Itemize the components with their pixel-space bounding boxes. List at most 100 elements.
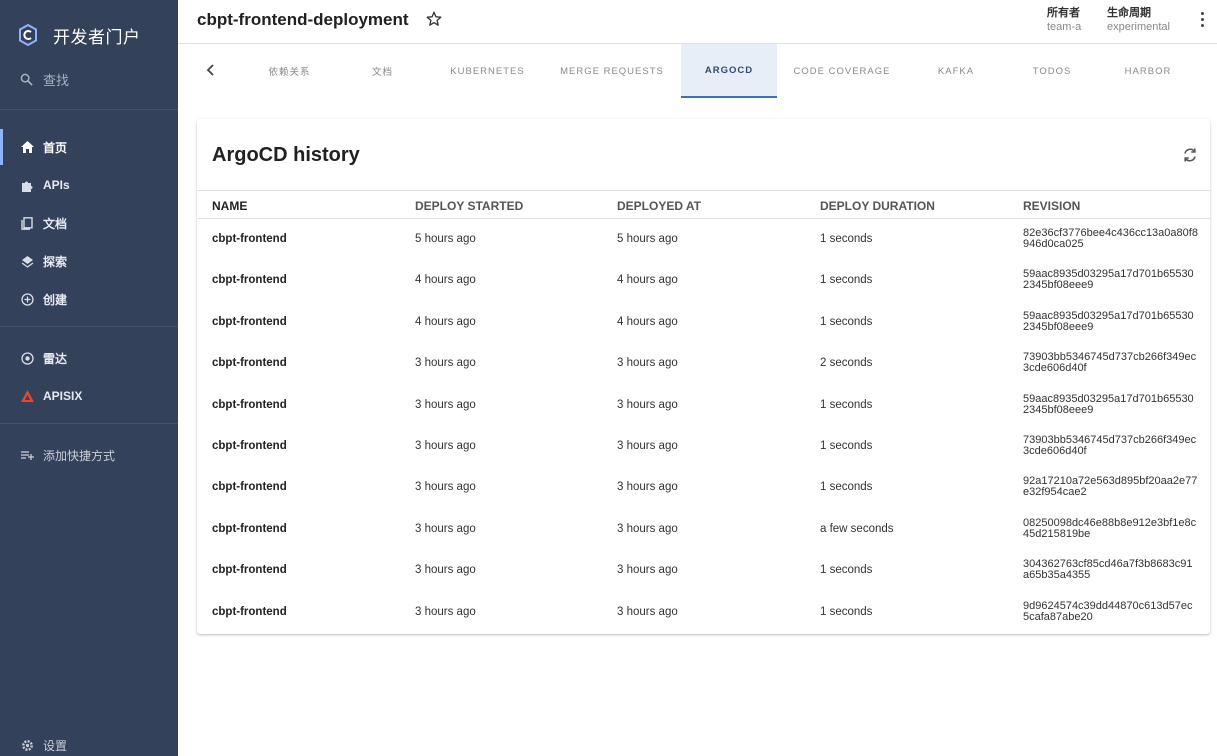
tab-argocd[interactable]: ArgoCD [681,44,777,98]
cell-deploy-duration: 1 seconds [820,315,873,328]
cell-deploy-duration: a few seconds [820,522,894,535]
sidebar-item-create[interactable]: 创建 [0,281,178,317]
cell-name: cbpt-frontend [212,522,287,535]
cell-deployed-at: 4 hours ago [617,315,678,328]
sidebar-item-explore[interactable]: 探索 [0,243,178,279]
tab-kafka[interactable]: Kafka [911,44,1001,98]
tab-harbor[interactable]: Harbor [1102,44,1194,98]
column-header-name[interactable]: Name [212,199,247,213]
chevron-left-icon[interactable] [206,63,216,81]
cell-revision: 82e36cf3776bee4c436cc13a0a80f8946d0ca025 [1023,227,1198,250]
owner-value[interactable]: team-a [1047,20,1081,34]
sidebar-item-label: APIs [43,178,70,192]
brand-title: 开发者门户 [53,27,141,47]
sidebar-item-label: APISIX [43,389,83,403]
cell-deploy-started: 4 hours ago [415,274,476,287]
column-header-deploy-started[interactable]: Deploy Started [415,199,523,213]
table-row: cbpt-frontend 4 hours ago 4 hours ago 1 sec… [197,260,1210,301]
cell-deploy-started: 3 hours ago [415,564,476,577]
cell-revision: 59aac8935d03295a17d701b655302345bf08eee9 [1023,392,1194,416]
sidebar-item-label: 首页 [43,140,68,155]
search-label: 查找 [43,73,70,88]
sidebar-item-label: 探索 [43,254,68,269]
cell-name: cbpt-frontend [212,315,287,328]
cell-deployed-at: 4 hours ago [617,274,678,287]
cell-revision: 73903bb5346745d737cb266f349ec3cde606d40f [1023,434,1197,457]
cell-name: cbpt-frontend [212,233,287,245]
apisix-icon [20,389,34,403]
cell-deployed-at: 3 hours ago [617,605,678,618]
table-row: cbpt-frontend 3 hours ago 3 hours ago 1 sec… [197,550,1210,591]
page-header: cbpt-frontend-deployment 所有者 team-a 生命周期… [178,0,1217,44]
column-header-revision[interactable]: Revision [1023,199,1080,213]
tab-code-coverage[interactable]: Code Coverage [785,44,899,98]
page-title: cbpt-frontend-deployment [197,10,409,29]
lifecycle-info: 生命周期 experimental [1107,6,1170,34]
sidebar-item-add-shortcut[interactable]: 添加快捷方式 [0,437,178,473]
table-row: cbpt-frontend 5 hours ago 5 hours ago 1 sec… [197,219,1210,260]
sidebar-item-home[interactable]: 首页 [0,129,178,165]
refresh-icon[interactable] [1182,147,1198,163]
cell-name: cbpt-frontend [212,440,287,452]
table-row: cbpt-frontend 3 hours ago 3 hours ago 1 sec… [197,592,1210,633]
more-options-icon[interactable] [1199,12,1205,30]
cell-deploy-duration: 1 seconds [820,564,873,577]
lifecycle-value: experimental [1107,21,1170,33]
gear-icon [20,738,34,752]
owner-label: 所有者 [1047,7,1080,19]
tab-dependencies[interactable]: 依赖关系 [243,44,336,98]
table-row: cbpt-frontend 3 hours ago 3 hours ago 1 sec… [197,426,1210,467]
sidebar-item-label: 设置 [43,738,68,753]
logo-icon [19,23,37,47]
cell-deploy-duration: 2 seconds [820,357,873,370]
cell-revision: 304362763cf85cd46a7f3b8683c91a65b35a4355 [1023,558,1193,582]
table-row: cbpt-frontend 3 hours ago 3 hours ago 1 sec… [197,385,1210,426]
sidebar-search[interactable]: 查找 [20,70,69,89]
cell-deploy-started: 3 hours ago [415,481,476,494]
sidebar: 开发者门户 查找 首页 APIs 文档 探索 创建 雷达 APISIX 添加快捷… [0,0,178,756]
tab-todos[interactable]: Todos [1008,44,1096,98]
tab-bar: 依赖关系 文档 Kubernetes Merge Requests ArgoCD… [178,44,1217,98]
brand[interactable]: 开发者门户 [16,20,141,50]
column-header-deployed-at[interactable]: Deployed At [617,199,701,213]
cell-name: cbpt-frontend [212,398,287,411]
cell-deployed-at: 3 hours ago [617,481,678,494]
sidebar-item-radar[interactable]: 雷达 [0,340,178,376]
cell-deploy-started: 3 hours ago [415,357,476,370]
cell-deployed-at: 3 hours ago [617,398,678,411]
cell-deploy-duration: 1 seconds [820,605,873,618]
cell-deploy-started: 3 hours ago [415,605,476,618]
cell-revision: 08250098dc46e88b8e912e3bf1e8c45d215819be [1023,516,1197,540]
sidebar-divider [0,109,178,110]
cell-revision: 59aac8935d03295a17d701b655302345bf08eee9 [1023,309,1194,333]
cell-deploy-started: 3 hours ago [415,522,476,535]
cell-deploy-started: 4 hours ago [415,315,476,328]
table-row: cbpt-frontend 3 hours ago 3 hours ago 1 sec… [197,467,1210,508]
cell-deployed-at: 3 hours ago [617,564,678,577]
cell-deployed-at: 3 hours ago [617,440,678,452]
column-header-deploy-duration[interactable]: Deploy Duration [820,199,935,213]
cell-deploy-duration: 1 seconds [820,398,873,411]
table-row: cbpt-frontend 3 hours ago 3 hours ago 2 sec… [197,343,1210,384]
star-icon[interactable] [426,11,442,27]
owner-info: 所有者 team-a [1047,6,1081,34]
sidebar-item-docs[interactable]: 文档 [0,205,178,241]
tab-kubernetes[interactable]: Kubernetes [440,44,535,98]
argocd-history-card: ArgoCD history Name Deploy Started Deplo… [197,119,1210,634]
cell-deploy-started: 5 hours ago [415,233,476,245]
sidebar-item-apis[interactable]: APIs [0,167,178,203]
radar-icon [20,351,34,365]
sidebar-item-apisix[interactable]: APISIX [0,378,178,414]
card-title: ArgoCD history [212,144,360,166]
sidebar-item-settings[interactable]: 设置 [0,727,178,756]
layers-icon [20,254,34,268]
sidebar-item-label: 创建 [43,292,68,307]
search-icon [20,73,33,86]
cell-deploy-duration: 1 seconds [820,440,873,452]
cell-revision: 92a17210a72e563d895bf20aa2e77e32f954cae2 [1023,475,1198,499]
cell-deploy-duration: 1 seconds [820,481,873,494]
tab-docs[interactable]: 文档 [336,44,429,98]
tab-merge-requests[interactable]: Merge Requests [554,44,670,98]
cell-deploy-duration: 1 seconds [820,233,873,245]
cell-deploy-started: 3 hours ago [415,398,476,411]
